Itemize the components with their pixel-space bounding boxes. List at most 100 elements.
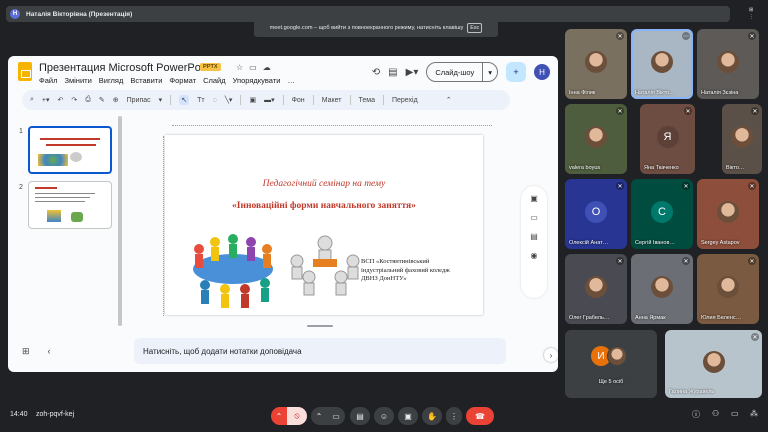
history-icon[interactable]: ⟲ bbox=[372, 67, 380, 78]
meet-camera-icon[interactable]: ▶▾ bbox=[406, 67, 419, 78]
print-icon[interactable]: ⎙ bbox=[85, 96, 91, 104]
share-icon[interactable]: + bbox=[506, 62, 526, 82]
participant-tile[interactable]: ✕ Наталія Зєзіна bbox=[697, 29, 759, 99]
theme-button[interactable]: Тема bbox=[359, 97, 375, 104]
search-icon[interactable]: ⌕ bbox=[30, 96, 34, 104]
collapse-panel-icon[interactable]: ‹ bbox=[48, 346, 51, 357]
select-icon[interactable]: ↖ bbox=[179, 95, 190, 105]
people-icon[interactable]: ⚇ bbox=[712, 409, 719, 418]
comment-add-icon[interactable]: ▣ bbox=[249, 96, 256, 104]
camera-options-button[interactable]: ⌃ bbox=[311, 407, 327, 425]
slideshow-button[interactable]: Слайд-шоу ▾ bbox=[426, 62, 498, 82]
menu-insert[interactable]: Вставити bbox=[130, 76, 162, 85]
participant-tile[interactable]: ✕ Олег Грабель… bbox=[565, 254, 627, 324]
more-options-button[interactable]: ⋮ bbox=[446, 407, 462, 425]
document-title[interactable]: Презентация Microsoft PowerPoint bbox=[39, 62, 212, 74]
captions-button[interactable]: ▤ bbox=[350, 407, 370, 425]
mic-off-icon: ✕ bbox=[616, 182, 624, 190]
speaker-notes-field[interactable]: Натисніть, щоб додати нотатки доповідача bbox=[134, 338, 506, 364]
reactions-button[interactable]: ☺ bbox=[374, 407, 394, 425]
maps-icon[interactable]: ◉ bbox=[531, 251, 538, 260]
menu-more[interactable]: … bbox=[287, 76, 295, 85]
fullscreen-notice-text: meet.google.com – щоб вийти з повноекран… bbox=[269, 25, 464, 31]
chat-icon[interactable]: ▭ bbox=[731, 409, 739, 418]
layout-controls[interactable]: ⊞ ⋮ bbox=[749, 7, 754, 20]
thumbnail-scrollbar[interactable] bbox=[118, 116, 122, 326]
vertical-ruler bbox=[158, 136, 164, 316]
folder-icon[interactable]: ▭ bbox=[249, 63, 257, 72]
participant-tile[interactable]: ⋯ Наталія Вікто… bbox=[631, 29, 693, 99]
side-panel-toggle-icon[interactable]: › bbox=[544, 348, 558, 362]
layout-button[interactable]: Макет bbox=[322, 97, 342, 104]
participant-tile[interactable]: ✕ Галина Журавель bbox=[665, 330, 762, 398]
chevron-up-icon[interactable]: ⌃ bbox=[446, 96, 452, 104]
avatar bbox=[651, 51, 673, 73]
mic-off-icon: ✕ bbox=[682, 257, 690, 265]
participant-tile[interactable]: Я ✕ Яна Ткаченко bbox=[640, 104, 695, 174]
more-icon[interactable]: ⋮ bbox=[749, 14, 754, 20]
avatar[interactable]: H bbox=[534, 64, 550, 80]
slide-canvas[interactable]: Педагогічний семінар на тему «Інноваційн… bbox=[165, 135, 483, 315]
shape-icon[interactable]: ◌ bbox=[213, 97, 217, 104]
participant-name: Вікто… bbox=[726, 165, 745, 171]
comment-icon[interactable]: ▤ bbox=[388, 67, 397, 78]
star-icon[interactable]: ☆ bbox=[236, 63, 243, 72]
paint-format-icon[interactable]: ✎ bbox=[99, 96, 105, 104]
redo-icon[interactable]: ↷ bbox=[71, 96, 77, 104]
menu-slide[interactable]: Слайд bbox=[203, 76, 226, 85]
participant-name: Олег Грабель… bbox=[569, 315, 610, 321]
grid-view-icon[interactable]: ⊞ bbox=[22, 346, 30, 357]
mic-options-button[interactable]: ⌃ bbox=[271, 407, 287, 425]
chevron-down-icon[interactable]: ▾ bbox=[482, 63, 497, 81]
menu-file[interactable]: Файл bbox=[39, 76, 57, 85]
cloud-icon[interactable]: ☁ bbox=[263, 63, 271, 72]
leave-call-button[interactable]: ☎ bbox=[466, 407, 494, 425]
grid-icon[interactable]: ⊞ bbox=[749, 7, 754, 13]
participant-tile[interactable]: ✕ Юлия Беленс… bbox=[697, 254, 759, 324]
meet-control-bar: 14:40 zoh-pqvf-kej ⌃ ⦸ ⌃ ▭ ▤ ☺ ▣ ✋ ⋮ ☎ ⓘ… bbox=[0, 400, 768, 432]
transition-button[interactable]: Перехід bbox=[392, 97, 418, 104]
participant-tile[interactable]: ✕ Анна Ярмак bbox=[631, 254, 693, 324]
textbox-icon[interactable]: Tт bbox=[197, 97, 204, 104]
tasks-icon[interactable]: ▤ bbox=[530, 232, 538, 241]
participant-tile[interactable]: ✕ valera boyus bbox=[565, 104, 627, 174]
info-icon[interactable]: ⓘ bbox=[692, 409, 700, 420]
menu-arrange[interactable]: Упорядкувати bbox=[233, 76, 281, 85]
participant-tile[interactable]: ✕ Sergey Astapov bbox=[697, 179, 759, 249]
zoom-icon[interactable]: ⊕ bbox=[113, 96, 119, 104]
header-actions: ⟲ ▤ ▶▾ Слайд-шоу ▾ + H bbox=[372, 62, 550, 82]
present-button[interactable]: ▣ bbox=[398, 407, 418, 425]
slide-thumbnail-1[interactable] bbox=[28, 126, 112, 174]
title-icons: ☆ ▭ ☁ bbox=[236, 63, 271, 72]
line-icon[interactable]: ╲▾ bbox=[225, 96, 233, 104]
thumb-line bbox=[35, 201, 85, 202]
slide-thumbnail-2[interactable] bbox=[28, 181, 112, 229]
avatar: О bbox=[585, 201, 607, 223]
microphone-button[interactable]: ⦸ bbox=[287, 407, 307, 425]
undo-icon[interactable]: ↶ bbox=[58, 96, 64, 104]
avatar bbox=[717, 201, 739, 223]
add-slide-icon[interactable]: +▾ bbox=[42, 96, 50, 104]
participant-tile[interactable]: ✕ Вікто… bbox=[722, 104, 762, 174]
participant-name: Юлия Беленс… bbox=[701, 315, 742, 321]
menu-edit[interactable]: Змінити bbox=[64, 76, 91, 85]
participant-name: Анна Ярмак bbox=[635, 315, 666, 321]
calendar-icon[interactable]: ▣ bbox=[530, 194, 538, 203]
raise-hand-button[interactable]: ✋ bbox=[422, 407, 442, 425]
notes-resize-handle[interactable] bbox=[307, 325, 333, 327]
participant-tile[interactable]: О ✕ Олексій Анат… bbox=[565, 179, 627, 249]
slides-logo-icon[interactable] bbox=[18, 62, 32, 81]
menu-format[interactable]: Формат bbox=[169, 76, 196, 85]
participant-tile[interactable]: С ✕ Сергій Іванов… bbox=[631, 179, 693, 249]
avatar: Я bbox=[656, 126, 679, 148]
camera-button[interactable]: ▭ bbox=[327, 407, 345, 425]
border-color-icon[interactable]: ▬▾ bbox=[264, 96, 275, 104]
activities-icon[interactable]: ⁂ bbox=[750, 409, 758, 418]
more-participants-tile[interactable]: И Ще 5 осіб bbox=[565, 330, 657, 398]
menu-view[interactable]: Вигляд bbox=[99, 76, 124, 85]
background-button[interactable]: Фон bbox=[292, 97, 305, 104]
fit-dropdown[interactable]: Припас bbox=[127, 97, 151, 104]
keep-icon[interactable]: ▭ bbox=[530, 213, 538, 222]
chevron-down-icon[interactable]: ▾ bbox=[159, 96, 163, 104]
participant-tile[interactable]: ✕ Інна Філик bbox=[565, 29, 627, 99]
